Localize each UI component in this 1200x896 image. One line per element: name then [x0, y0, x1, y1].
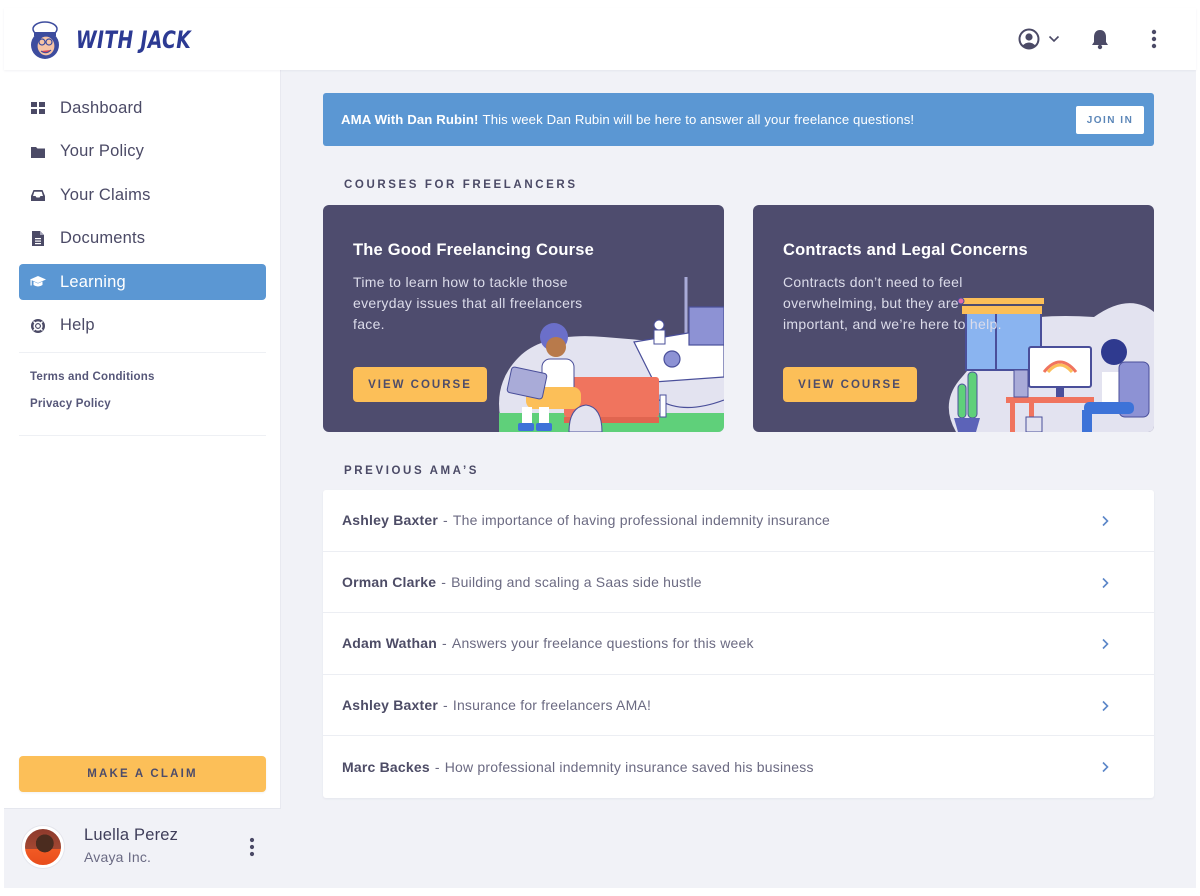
ama-topic: Answers your freelance questions for thi… — [451, 635, 754, 652]
ama-topic: Insurance for freelancers AMA! — [452, 697, 652, 714]
course-title: The Good Freelancing Course — [353, 241, 595, 259]
main-content: AMA With Dan Rubin! This week Dan Rubin … — [281, 70, 1196, 888]
chevron-right-icon — [1102, 639, 1109, 650]
bell-icon — [1092, 30, 1108, 50]
view-course-button[interactable]: VIEW COURSE — [783, 367, 917, 402]
ama-topic: The importance of having professional in… — [452, 512, 831, 529]
ama-list: Ashley Baxter - The importance of having… — [323, 490, 1154, 798]
graduation-cap-icon — [30, 274, 46, 290]
inbox-icon — [30, 187, 46, 203]
sidebar-item-label: Learning — [60, 272, 126, 291]
banner-title: AMA With Dan Rubin! — [341, 112, 479, 127]
chevron-right-icon — [1102, 577, 1109, 588]
chevron-down-icon — [1048, 35, 1060, 43]
sidebar-item-label: Your Claims — [60, 185, 151, 204]
chevron-right-icon — [1102, 515, 1109, 527]
join-in-button[interactable]: JOIN IN — [1076, 106, 1144, 134]
ama-separator: - — [434, 759, 440, 776]
make-claim-button[interactable]: MAKE A CLAIM — [19, 756, 266, 792]
ama-topic: Building and scaling a Saas side hustle — [451, 573, 702, 590]
lifebuoy-icon — [30, 318, 46, 334]
ama-host: Ashley Baxter — [342, 512, 438, 529]
grid-icon — [30, 100, 46, 116]
sidebar-item-documents[interactable]: Documents — [19, 221, 266, 257]
banner-message: This week Dan Rubin will be here to answ… — [482, 112, 915, 127]
ama-banner: AMA With Dan Rubin! This week Dan Rubin … — [323, 93, 1154, 146]
view-course-button[interactable]: VIEW COURSE — [353, 367, 487, 402]
ama-list-item[interactable]: Adam Wathan - Answers your freelance que… — [323, 613, 1154, 675]
ama-host: Adam Wathan — [342, 635, 438, 652]
sidebar-item-learning[interactable]: Learning — [19, 264, 266, 300]
sidebar-nav: Dashboard Your Policy Your Claims Docume… — [19, 90, 266, 351]
chevron-right-icon — [1102, 762, 1109, 773]
avatar[interactable] — [22, 826, 64, 868]
user-profile: Luella Perez Avaya Inc. — [4, 808, 281, 888]
profile-name: Luella Perez — [84, 826, 179, 844]
kebab-icon — [1151, 29, 1157, 49]
sidebar-item-your-claims[interactable]: Your Claims — [19, 177, 266, 213]
sidebar-item-label: Help — [60, 316, 95, 334]
ama-host: Ashley Baxter — [342, 697, 438, 714]
course-card[interactable]: Contracts and Legal Concerns Contracts d… — [753, 205, 1154, 432]
folder-icon — [30, 144, 46, 160]
sidebar-divider — [19, 435, 266, 436]
ama-separator: - — [441, 573, 447, 590]
course-description: Contracts don’t need to feel overwhelmin… — [783, 274, 1002, 332]
more-options-button[interactable] — [1144, 27, 1164, 51]
sidebar-item-label: Dashboard — [60, 98, 143, 117]
sidebar-item-help[interactable]: Help — [19, 308, 266, 344]
top-bar: WITH JACK — [4, 8, 1196, 70]
ama-host: Marc Backes — [342, 759, 430, 776]
profile-company: Avaya Inc. — [84, 849, 152, 865]
brand-name: WITH JACK — [76, 26, 192, 54]
course-card[interactable]: The Good Freelancing Course Time to lear… — [323, 205, 724, 432]
sidebar-item-your-policy[interactable]: Your Policy — [19, 134, 266, 170]
sidebar-item-label: Documents — [60, 229, 146, 247]
user-circle-icon — [1018, 28, 1040, 50]
sidebar: Dashboard Your Policy Your Claims Docume… — [4, 70, 281, 888]
captain-mascot-icon — [31, 21, 59, 59]
ama-host: Orman Clarke — [342, 573, 437, 590]
privacy-link[interactable]: Privacy Policy — [30, 398, 155, 410]
ama-list-item[interactable]: Marc Backes - How professional indemnity… — [323, 736, 1154, 798]
notifications-button[interactable] — [1088, 27, 1112, 51]
profile-options-button[interactable] — [242, 835, 262, 859]
sidebar-item-dashboard[interactable]: Dashboard — [19, 90, 266, 126]
chevron-right-icon — [1102, 700, 1109, 711]
ama-separator: - — [442, 697, 448, 714]
sidebar-item-label: Your Policy — [60, 142, 145, 160]
legal-links: Terms and Conditions Privacy Policy — [30, 371, 155, 425]
course-description: Time to learn how to tackle those everyd… — [353, 274, 583, 332]
ama-list-item[interactable]: Ashley Baxter - The importance of having… — [323, 490, 1154, 552]
courses-section-title: COURSES FOR FREELANCERS — [344, 179, 578, 191]
ama-topic: How professional indemnity insurance sav… — [444, 759, 814, 776]
sidebar-divider — [19, 352, 266, 353]
terms-link[interactable]: Terms and Conditions — [30, 371, 155, 383]
ama-separator: - — [442, 635, 447, 652]
ama-list-item[interactable]: Orman Clarke - Building and scaling a Sa… — [323, 552, 1154, 614]
logo[interactable]: WITH JACK — [28, 18, 224, 62]
user-menu[interactable] — [1014, 27, 1064, 51]
previous-amas-section-title: PREVIOUS AMA’S — [344, 465, 480, 477]
kebab-icon — [249, 837, 255, 857]
ama-separator: - — [442, 512, 448, 529]
document-icon — [30, 231, 46, 247]
course-title: Contracts and Legal Concerns — [783, 241, 1028, 259]
ama-list-item[interactable]: Ashley Baxter - Insurance for freelancer… — [323, 675, 1154, 737]
